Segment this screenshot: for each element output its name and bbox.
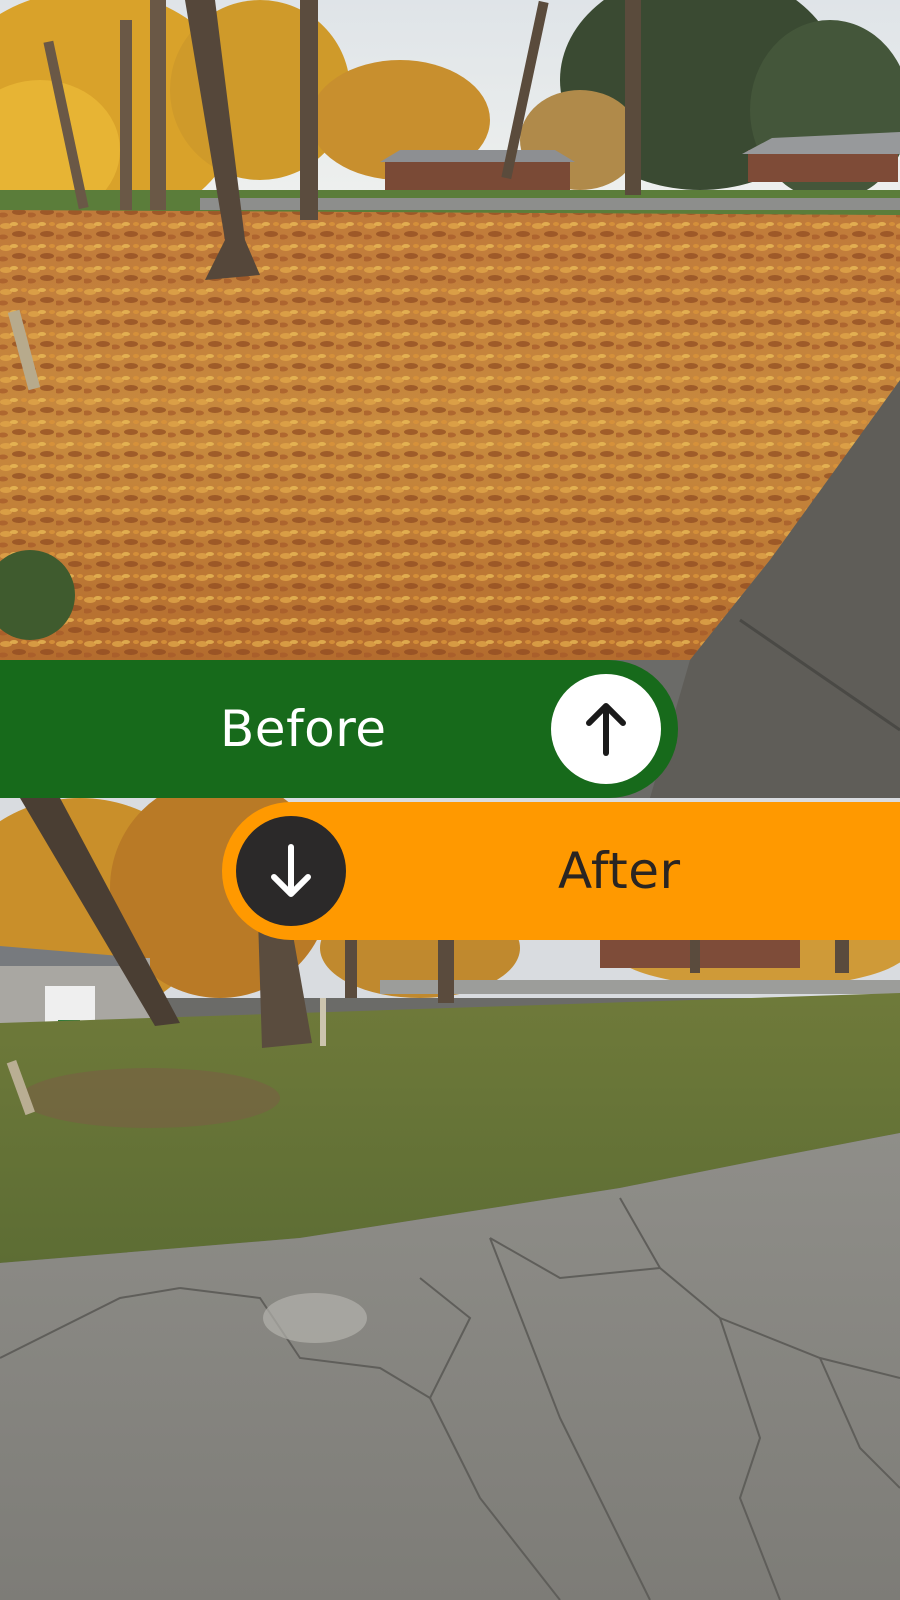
arrow-up-icon xyxy=(586,703,626,756)
scroll-up-button[interactable] xyxy=(551,674,661,784)
arrow-down-icon xyxy=(271,844,311,897)
after-label: After xyxy=(558,842,681,900)
scroll-down-button[interactable] xyxy=(236,816,346,926)
before-banner: Before xyxy=(0,660,678,798)
after-banner: After xyxy=(222,802,900,940)
before-label: Before xyxy=(220,700,387,758)
